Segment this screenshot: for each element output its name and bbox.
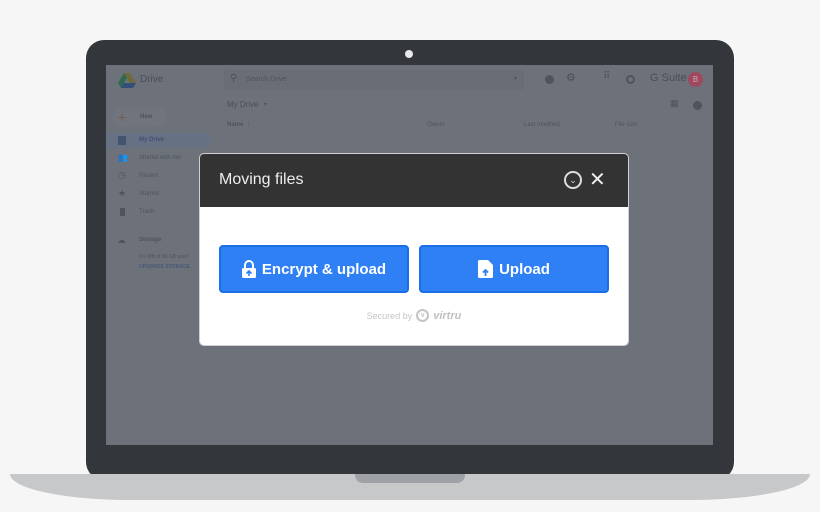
dialog-title: Moving files <box>219 171 304 188</box>
laptop-notch <box>355 474 465 483</box>
virtru-brand: virtru <box>433 309 462 322</box>
info-icon[interactable] <box>693 101 702 110</box>
moving-files-dialog: Moving files ⌄ ✕ Encrypt & upload Upload… <box>199 153 629 346</box>
search-icon: ⚲ <box>230 73 238 84</box>
notifications-icon[interactable] <box>626 75 635 84</box>
column-name[interactable]: Name <box>227 122 243 128</box>
virtru-logo-icon: v <box>416 309 430 322</box>
lock-icon <box>241 260 256 278</box>
storage-usage: 9.6 MB of 30 GB used <box>139 254 189 260</box>
collapse-icon[interactable]: ⌄ <box>564 171 582 189</box>
drive-logo-icon <box>118 73 136 93</box>
sort-arrow-icon[interactable]: ↑ <box>247 121 250 127</box>
grid-view-icon[interactable]: ▦ <box>670 98 679 109</box>
gsuite-brand: G Suite <box>650 72 687 84</box>
trash-icon <box>120 208 125 216</box>
upgrade-storage-link[interactable]: UPGRADE STORAGE <box>139 264 190 270</box>
camera <box>405 50 413 58</box>
dialog-header: Moving files ⌄ ✕ <box>200 154 628 207</box>
upload-button[interactable]: Upload <box>419 245 609 293</box>
cloud-icon: ☁ <box>117 235 126 245</box>
sidebar-item-trash[interactable]: Trash <box>106 205 211 220</box>
search-bar[interactable]: ⚲ Search Drive ▾ <box>224 70 524 90</box>
avatar[interactable]: B <box>688 72 703 87</box>
close-icon[interactable]: ✕ <box>589 167 606 192</box>
sidebar-item-recent[interactable]: ◷ Recent <box>106 169 211 184</box>
apps-icon[interactable]: ⠿ <box>603 71 610 82</box>
secured-by: Secured by v virtru <box>366 309 462 322</box>
clock-icon: ◷ <box>118 170 126 180</box>
sidebar-item-my-drive[interactable]: My Drive <box>106 133 211 148</box>
sidebar-item-starred[interactable]: ★ Starred <box>106 187 211 202</box>
storage-label: Storage <box>139 237 162 243</box>
settings-icon[interactable]: ⚙ <box>566 71 576 84</box>
sidebar-item-shared[interactable]: 👥 Shared with me <box>106 151 211 166</box>
new-button[interactable]: + New <box>112 107 167 127</box>
my-drive-icon <box>118 136 126 145</box>
star-icon: ★ <box>118 188 127 198</box>
help-icon[interactable] <box>545 75 554 84</box>
plus-icon: + <box>118 109 127 125</box>
encrypt-upload-button[interactable]: Encrypt & upload <box>219 245 409 293</box>
people-icon: 👥 <box>118 153 128 162</box>
column-last-modified[interactable]: Last modified <box>524 122 560 128</box>
column-owner[interactable]: Owner <box>427 122 445 128</box>
file-upload-icon <box>478 260 494 278</box>
column-file-size[interactable]: File size <box>615 122 637 128</box>
app-name: Drive <box>140 74 164 85</box>
chevron-down-icon[interactable]: ▾ <box>264 101 267 108</box>
search-options-icon[interactable]: ▾ <box>514 75 517 82</box>
breadcrumb[interactable]: My Drive <box>227 100 259 109</box>
search-input[interactable]: Search Drive <box>246 76 286 83</box>
